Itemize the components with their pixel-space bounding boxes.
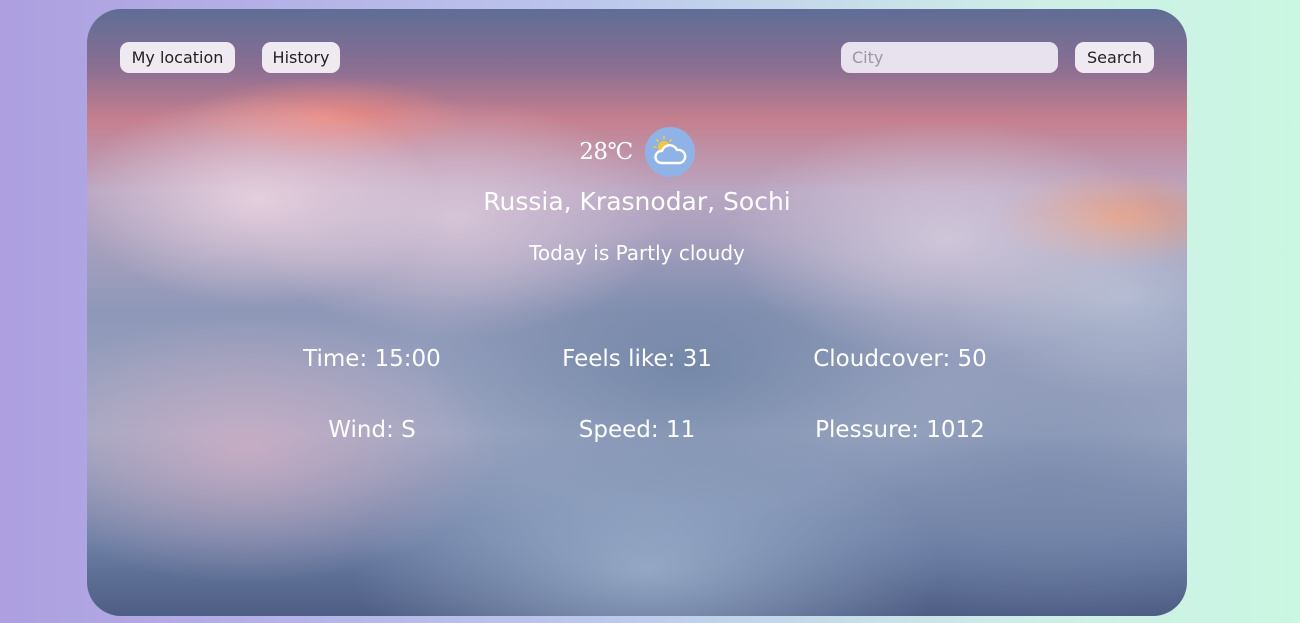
partly-cloudy-icon	[644, 127, 695, 177]
my-location-button[interactable]: My location	[120, 42, 235, 73]
temperature-row: 28℃	[87, 127, 1187, 177]
weather-condition: Today is Partly cloudy	[529, 241, 745, 265]
history-button[interactable]: History	[262, 42, 340, 73]
wind-stat: Wind: S	[328, 417, 416, 443]
pressure-stat: Plessure: 1012	[815, 417, 985, 443]
speed-stat: Speed: 11	[578, 417, 696, 443]
search-button[interactable]: Search	[1075, 42, 1154, 73]
feels-like-stat: Feels like: 31	[562, 346, 712, 372]
city-search-input[interactable]	[841, 42, 1058, 73]
location-name: Russia, Krasnodar, Sochi	[483, 187, 791, 216]
weather-card: My location History Search 28℃ Russia, K…	[87, 9, 1187, 616]
cloudcover-stat: Cloudcover: 50	[813, 346, 987, 372]
time-stat: Time: 15:00	[303, 346, 441, 372]
temperature-value: 28℃	[579, 139, 633, 165]
